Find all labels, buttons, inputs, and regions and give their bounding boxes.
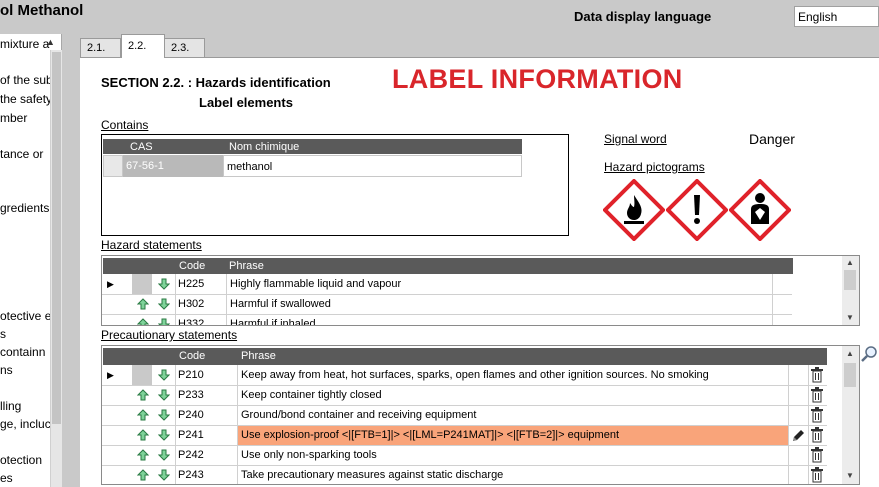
move-up-icon[interactable]	[137, 298, 149, 310]
hazard-code: H225	[178, 278, 205, 290]
trash-icon[interactable]	[810, 447, 824, 463]
section-subtitle: Label elements	[199, 95, 293, 110]
row-selector-icon: ▶	[107, 370, 114, 380]
move-down-icon[interactable]	[158, 429, 170, 441]
column-header-code: Code	[177, 348, 237, 365]
precaution-code: P240	[178, 409, 204, 421]
move-up-icon[interactable]	[137, 429, 149, 441]
column-header-code: Code	[177, 258, 227, 274]
precaution-phrase[interactable]: Keep away from heat, hot surfaces, spark…	[241, 369, 787, 381]
zoom-icon[interactable]	[860, 345, 878, 363]
hazard-phrase[interactable]: Highly flammable liquid and vapour	[230, 278, 401, 290]
row-selector-icon: ▶	[107, 279, 114, 289]
precaution-phrase[interactable]: Use only non-sparking tools	[241, 449, 787, 461]
tree-item[interactable]: s	[0, 327, 6, 341]
column-header-name: Nom chimique	[228, 139, 508, 154]
exclamation-pictogram-icon	[666, 179, 728, 241]
move-up-icon[interactable]	[137, 389, 149, 401]
move-down-icon[interactable]	[158, 369, 170, 381]
precautionary-statements-grid[interactable]: Code Phrase ▶ P210 Keep away from heat, …	[101, 345, 860, 485]
language-label: Data display language	[574, 9, 712, 24]
tree-item[interactable]: otection	[0, 453, 42, 467]
tree-item[interactable]: mber	[0, 111, 27, 125]
precaution-phrase[interactable]: Ground/bond container and receiving equi…	[241, 409, 787, 421]
contains-label: Contains	[101, 118, 149, 132]
move-down-icon[interactable]	[158, 298, 170, 310]
tree-item[interactable]: lling	[0, 399, 21, 413]
tree-item[interactable]: mixture a	[0, 37, 49, 51]
hazard-statements-label: Hazard statements	[101, 238, 202, 252]
contains-grid: CAS Nom chimique 67-56-1 methanol	[101, 134, 569, 236]
signal-word-value: Danger	[749, 131, 795, 147]
precaution-code: P241	[178, 429, 204, 441]
precaution-phrase[interactable]: Take precautionary measures against stat…	[241, 469, 787, 481]
tree-item[interactable]: ns	[0, 363, 13, 377]
column-header-phrase: Phrase	[226, 258, 766, 274]
trash-icon[interactable]	[810, 467, 824, 483]
tab-2-1[interactable]: 2.1.	[80, 38, 121, 57]
tab-2-2[interactable]: 2.2.	[121, 34, 165, 58]
scroll-up-icon[interactable]: ▲	[46, 37, 55, 47]
hazard-statements-grid[interactable]: Code Phrase ▶ H225 Highly flammable liqu…	[101, 255, 860, 326]
precaution-code: P210	[178, 369, 204, 381]
tree-item[interactable]: es	[0, 471, 13, 485]
trash-icon[interactable]	[810, 427, 824, 443]
tree-item[interactable]: ge, incluc	[0, 417, 51, 431]
move-down-icon[interactable]	[158, 409, 170, 421]
move-down-icon[interactable]	[158, 318, 170, 326]
app-title: ol Methanol	[0, 2, 84, 19]
tree-item[interactable]: tance or	[0, 147, 43, 161]
hazard-phrase[interactable]: Harmful if inhaled	[230, 318, 316, 325]
trash-icon[interactable]	[810, 367, 824, 383]
move-up-icon[interactable]	[137, 409, 149, 421]
tree-item[interactable]: containn	[0, 345, 45, 359]
language-select[interactable]: English	[794, 6, 879, 27]
edit-pencil-icon[interactable]	[790, 428, 806, 444]
move-down-icon[interactable]	[158, 469, 170, 481]
column-header-cas: CAS	[128, 139, 226, 154]
tree-item[interactable]: of the sub	[0, 73, 53, 87]
column-header-phrase: Phrase	[238, 348, 778, 365]
precaution-phrase[interactable]: Use explosion-proof <|[FTB=1]|> <|[LML=P…	[241, 429, 787, 441]
trash-icon[interactable]	[810, 407, 824, 423]
chemical-name-cell[interactable]: methanol	[223, 155, 522, 177]
precaution-code: P233	[178, 389, 204, 401]
precaution-grid-scrollbar[interactable]: ▲ ▼	[842, 346, 859, 484]
move-down-icon[interactable]	[158, 449, 170, 461]
move-up-icon[interactable]	[137, 469, 149, 481]
precaution-code: P243	[178, 469, 204, 481]
move-down-icon[interactable]	[158, 278, 170, 290]
precaution-code: P242	[178, 449, 204, 461]
signal-word-label: Signal word	[604, 132, 667, 146]
tree-item[interactable]: gredients	[0, 201, 49, 215]
trash-icon[interactable]	[810, 387, 824, 403]
label-information-banner: LABEL INFORMATION	[392, 64, 683, 94]
move-down-icon[interactable]	[158, 389, 170, 401]
tree-item[interactable]: otective e	[0, 309, 51, 323]
hazard-grid-scrollbar[interactable]: ▲ ▼	[842, 256, 859, 325]
move-up-icon[interactable]	[137, 318, 149, 326]
health-hazard-pictogram-icon	[729, 179, 791, 241]
hazard-code: H332	[178, 318, 205, 326]
cas-cell[interactable]: 67-56-1	[123, 155, 223, 177]
tab-2-3[interactable]: 2.3.	[164, 38, 205, 57]
hazard-pictograms-label: Hazard pictograms	[604, 160, 705, 174]
hazard-code: H302	[178, 298, 205, 310]
hazard-phrase[interactable]: Harmful if swallowed	[230, 298, 331, 310]
tree-item[interactable]: the safety	[0, 92, 52, 106]
precaution-phrase[interactable]: Keep container tightly closed	[241, 389, 787, 401]
flame-pictogram-icon	[603, 179, 665, 241]
tree-scrollbar[interactable]	[50, 50, 62, 487]
section-title: SECTION 2.2. : Hazards identification	[101, 75, 331, 90]
precautionary-statements-label: Precautionary statements	[101, 328, 238, 342]
move-up-icon[interactable]	[137, 449, 149, 461]
